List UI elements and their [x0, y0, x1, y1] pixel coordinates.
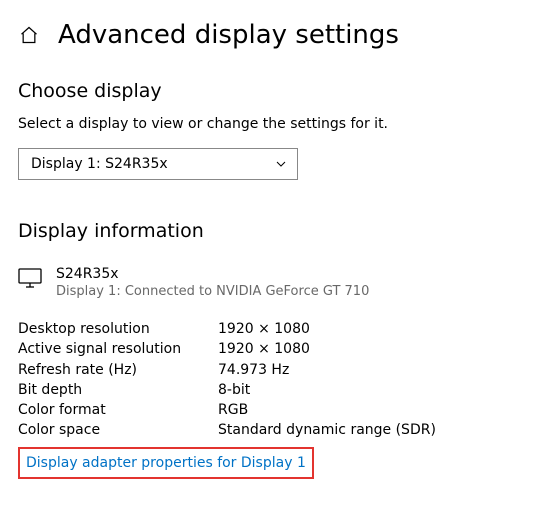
- choose-display-heading: Choose display: [18, 80, 531, 102]
- display-info-table: Desktop resolution 1920 × 1080 Active si…: [18, 319, 531, 479]
- info-label: Refresh rate (Hz): [18, 360, 218, 380]
- info-value: 8-bit: [218, 380, 250, 400]
- monitor-icon: [18, 268, 42, 288]
- info-value: 1920 × 1080: [218, 339, 310, 359]
- monitor-name: S24R35x: [56, 266, 369, 282]
- info-row: Active signal resolution 1920 × 1080: [18, 339, 531, 359]
- page-header: Advanced display settings: [18, 20, 531, 50]
- choose-display-instruction: Select a display to view or change the s…: [18, 116, 531, 132]
- display-adapter-properties-link[interactable]: Display adapter properties for Display 1: [26, 455, 306, 471]
- display-select[interactable]: Display 1: S24R35x: [18, 148, 298, 180]
- monitor-summary: S24R35x Display 1: Connected to NVIDIA G…: [18, 266, 531, 299]
- info-value: RGB: [218, 400, 248, 420]
- info-value: 74.973 Hz: [218, 360, 289, 380]
- monitor-subtext: Display 1: Connected to NVIDIA GeForce G…: [56, 284, 369, 299]
- info-label: Desktop resolution: [18, 319, 218, 339]
- home-icon[interactable]: [18, 24, 40, 46]
- info-label: Active signal resolution: [18, 339, 218, 359]
- info-value: Standard dynamic range (SDR): [218, 420, 436, 440]
- display-information-heading: Display information: [18, 220, 531, 242]
- info-value: 1920 × 1080: [218, 319, 310, 339]
- info-label: Color format: [18, 400, 218, 420]
- display-select-label: Display 1: S24R35x: [31, 156, 168, 172]
- chevron-down-icon: [275, 158, 287, 170]
- info-label: Color space: [18, 420, 218, 440]
- info-row: Color format RGB: [18, 400, 531, 420]
- info-row: Desktop resolution 1920 × 1080: [18, 319, 531, 339]
- highlighted-link-box: Display adapter properties for Display 1: [18, 447, 314, 479]
- info-label: Bit depth: [18, 380, 218, 400]
- info-row: Color space Standard dynamic range (SDR): [18, 420, 531, 440]
- info-row: Refresh rate (Hz) 74.973 Hz: [18, 360, 531, 380]
- info-row: Bit depth 8-bit: [18, 380, 531, 400]
- page-title: Advanced display settings: [58, 20, 399, 50]
